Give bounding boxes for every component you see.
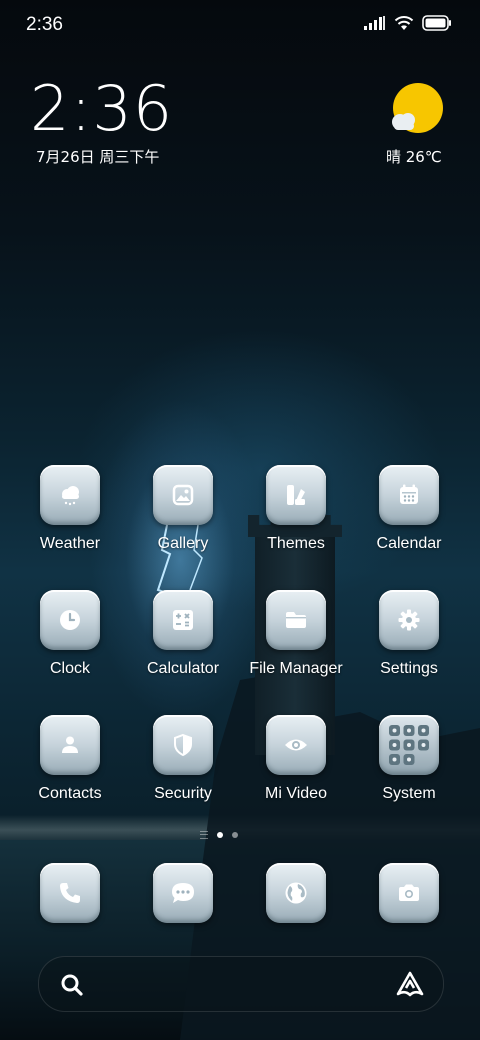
battery-icon [422,15,451,31]
dock-phone[interactable] [14,863,126,925]
folder-icon [286,612,306,628]
app-tile[interactable] [379,715,439,775]
app-tile[interactable] [40,715,100,775]
app-label: Gallery [157,535,209,552]
weather-cloud-icon [62,486,79,506]
app-tile[interactable] [40,465,100,525]
app-tile[interactable] [379,590,439,650]
calendar-icon [400,484,418,504]
app-list-icon[interactable] [200,831,208,839]
app-security[interactable]: Security [127,715,239,815]
signal-icon [364,16,385,30]
app-tile[interactable] [266,465,326,525]
clock-widget-time[interactable]: 2:36 [30,74,173,144]
camera-icon [399,884,419,901]
app-gallery[interactable]: Gallery [127,465,239,565]
app-tile[interactable] [379,465,439,525]
app-label: Settings [380,660,438,677]
app-calendar[interactable]: Calendar [353,465,465,565]
shield-icon [174,733,192,757]
app-tile[interactable] [153,715,213,775]
app-tile[interactable] [40,863,100,923]
status-bar: 2:36 [0,0,480,50]
image-icon [172,484,194,506]
app-mi-video[interactable]: Mi Video [240,715,352,815]
page-indicator[interactable] [200,829,250,841]
app-file-manager[interactable]: File Manager [240,590,352,690]
phone-icon [60,883,80,903]
person-icon [62,736,78,753]
app-tile[interactable] [266,715,326,775]
weather-widget-text: 晴 26℃ [386,148,442,166]
dock-camera[interactable] [353,863,465,925]
app-label: System [382,785,436,802]
app-calculator[interactable]: Calculator [127,590,239,690]
app-label: Contacts [38,785,102,802]
app-label: Calendar [376,535,442,552]
app-tile[interactable] [266,590,326,650]
app-label: Calculator [146,660,220,677]
app-label: File Manager [249,660,343,677]
app-tile[interactable] [153,863,213,923]
page-dot-2[interactable] [232,832,238,838]
dock-messages[interactable] [127,863,239,925]
app-tile[interactable] [266,863,326,923]
calculator-icon [173,610,193,630]
app-label: Security [154,785,212,802]
search-icon[interactable] [59,972,85,998]
app-tile[interactable] [379,863,439,923]
eye-icon [285,739,307,751]
page-dot-1[interactable] [217,832,223,838]
app-settings[interactable]: Settings [353,590,465,690]
home-search-bar[interactable] [38,956,444,1012]
app-weather[interactable]: Weather [14,465,126,565]
app-tile[interactable] [153,465,213,525]
status-time: 2:36 [26,14,63,35]
folder-grid-icon [389,725,429,765]
app-tile[interactable] [153,590,213,650]
gear-icon [398,609,420,631]
clock-widget-date: 7月26日 周三下午 [36,148,160,166]
message-icon [172,883,194,903]
app-label: Mi Video [265,785,327,802]
app-label: Weather [39,535,101,552]
status-icons [364,15,452,31]
browser-globe-icon [285,882,307,904]
themes-icon [287,485,305,505]
app-folder-system[interactable]: System [353,715,465,815]
sun-cloud-icon[interactable] [386,82,446,134]
wifi-icon [394,16,414,30]
app-tile[interactable] [40,590,100,650]
app-clock[interactable]: Clock [14,590,126,690]
dock-browser[interactable] [240,863,352,925]
app-label: Clock [49,660,90,677]
clock-icon [60,610,80,630]
app-themes[interactable]: Themes [240,465,352,565]
app-contacts[interactable]: Contacts [14,715,126,815]
app-label: Themes [267,535,325,552]
assistant-icon[interactable] [395,970,425,998]
